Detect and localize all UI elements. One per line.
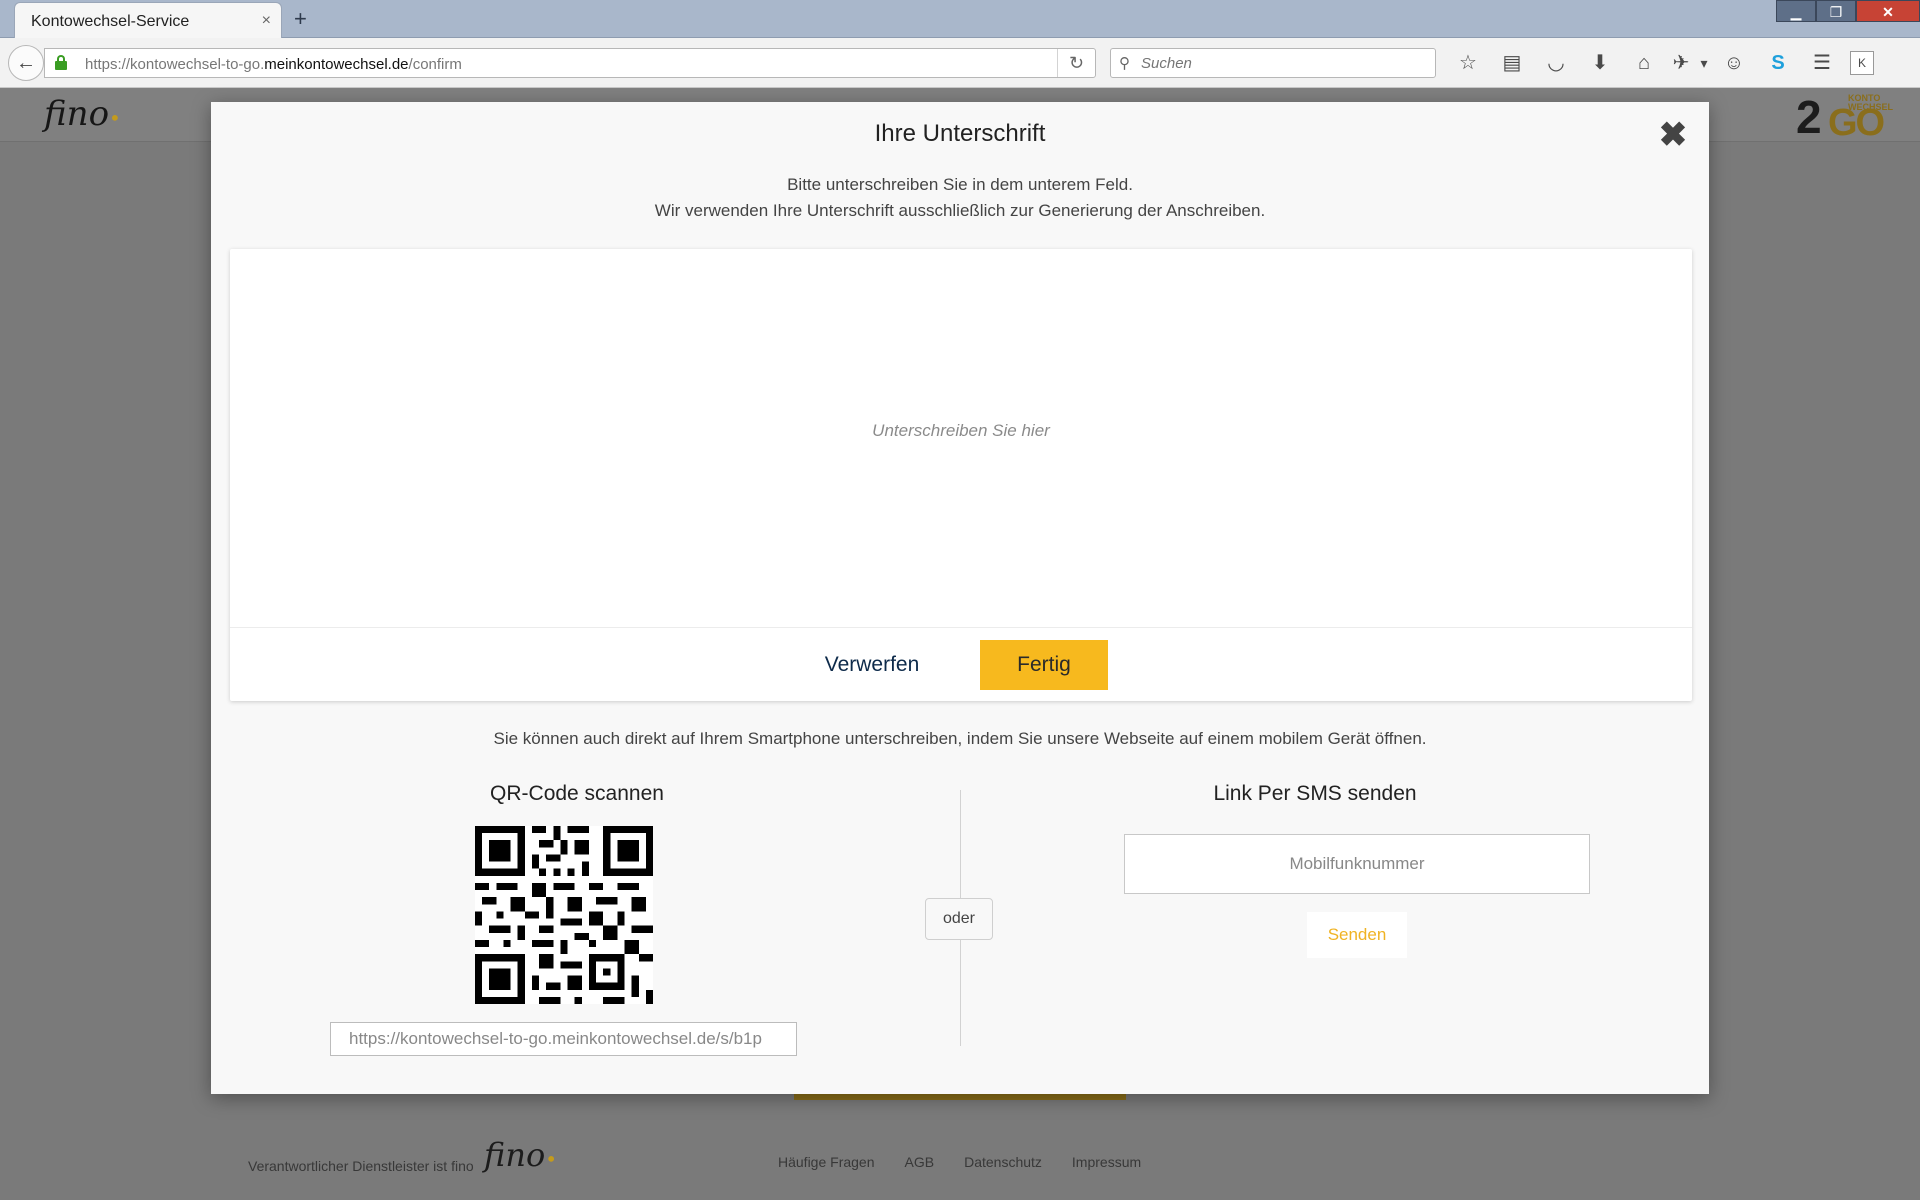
- qr-url-field[interactable]: [330, 1022, 797, 1056]
- lock-icon: [55, 55, 67, 70]
- footer-link-agb[interactable]: AGB: [905, 1154, 935, 1170]
- url-text[interactable]: https://kontowechsel-to-go.meinkontowech…: [85, 56, 462, 73]
- mobile-sign-text: Sie können auch direkt auf Ihrem Smartph…: [493, 729, 1427, 748]
- browser-toolbar: ☆ ▤ ◡ ⬇ ⌂ ✈ ▾ ☺ S ☰ K: [1446, 47, 1874, 79]
- menu-icon[interactable]: ☰: [1800, 47, 1844, 79]
- send-sms-button[interactable]: Senden: [1307, 912, 1407, 958]
- search-bar[interactable]: ⚲: [1110, 48, 1436, 78]
- signature-actions: Verwerfen Fertig: [230, 627, 1692, 701]
- footer-link-imprint[interactable]: Impressum: [1072, 1154, 1141, 1170]
- search-icon: ⚲: [1119, 55, 1130, 72]
- fino-logo: fino•: [44, 94, 121, 134]
- pocket-icon[interactable]: ◡: [1534, 47, 1578, 79]
- url-bar[interactable]: https://kontowechsel-to-go.meinkontowech…: [44, 48, 1096, 78]
- modal-instructions: Bitte unterschreiben Sie in dem unterem …: [211, 172, 1709, 224]
- instruction-line-1: Bitte unterschreiben Sie in dem unterem …: [787, 175, 1133, 194]
- dropdown-icon[interactable]: ▾: [1696, 47, 1712, 79]
- download-icon[interactable]: ⬇: [1578, 47, 1622, 79]
- signature-panel: Unterschreiben Sie hier Verwerfen Fertig: [230, 249, 1692, 701]
- or-badge: oder: [925, 898, 993, 940]
- restore-icon[interactable]: ❐: [1816, 0, 1856, 22]
- skype-icon[interactable]: S: [1756, 47, 1800, 79]
- extension-k-icon[interactable]: K: [1850, 51, 1874, 75]
- navigation-bar: ← https://kontowechsel-to-go.meinkontowe…: [0, 38, 1920, 88]
- tab-title: Kontowechsel-Service: [31, 13, 190, 30]
- tab-strip: Kontowechsel-Service × + ▁ ❐ ✕: [0, 0, 1920, 38]
- signature-modal: Ihre Unterschrift ✖ Bitte unterschreiben…: [211, 102, 1709, 1094]
- window-controls: ▁ ❐ ✕: [1776, 0, 1920, 24]
- phone-number-input[interactable]: [1124, 834, 1590, 894]
- sms-heading: Link Per SMS senden: [1213, 782, 1417, 805]
- search-input[interactable]: [1141, 53, 1421, 73]
- modal-close-icon[interactable]: ✖: [1657, 118, 1689, 152]
- footer-fino-logo: fino•: [484, 1136, 558, 1174]
- new-tab-icon[interactable]: +: [294, 6, 307, 32]
- window-close-icon[interactable]: ✕: [1856, 0, 1920, 22]
- reader-list-icon[interactable]: ▤: [1490, 47, 1534, 79]
- reload-icon[interactable]: ↻: [1057, 49, 1095, 77]
- done-button[interactable]: Fertig: [980, 640, 1108, 690]
- signature-placeholder: Unterschreiben Sie hier: [872, 421, 1050, 440]
- footer-link-faq[interactable]: Häufige Fragen: [778, 1154, 875, 1170]
- signature-canvas[interactable]: Unterschreiben Sie hier: [230, 249, 1692, 627]
- home-icon[interactable]: ⌂: [1622, 47, 1666, 79]
- addon-icon[interactable]: ✈: [1666, 47, 1696, 79]
- modal-title: Ihre Unterschrift: [874, 120, 1046, 147]
- page-footer: Verantwortlicher Dienstleister ist fino …: [0, 1136, 1920, 1198]
- minimize-icon[interactable]: ▁: [1776, 0, 1816, 22]
- url-prefix: https://kontowechsel-to-go.: [85, 56, 265, 73]
- back-button[interactable]: ←: [8, 45, 44, 81]
- footer-links: Häufige Fragen AGB Datenschutz Impressum: [778, 1154, 1171, 1170]
- browser-tab[interactable]: Kontowechsel-Service ×: [14, 2, 282, 38]
- bookmark-star-icon[interactable]: ☆: [1446, 47, 1490, 79]
- qr-code: [475, 826, 653, 1004]
- kontowechsel-2go-logo: 2 GO KONTO WECHSEL: [1796, 91, 1893, 144]
- footer-text: Verantwortlicher Dienstleister ist fino: [248, 1158, 474, 1174]
- footer-link-privacy[interactable]: Datenschutz: [964, 1154, 1042, 1170]
- instruction-line-2: Wir verwenden Ihre Unterschrift ausschli…: [654, 201, 1266, 220]
- discard-button[interactable]: Verwerfen: [798, 640, 946, 690]
- qr-heading: QR-Code scannen: [490, 782, 664, 805]
- chat-icon[interactable]: ☺: [1712, 47, 1756, 79]
- url-path: /confirm: [408, 56, 462, 73]
- url-domain: meinkontowechsel.de: [264, 56, 409, 73]
- tab-close-icon[interactable]: ×: [262, 12, 271, 30]
